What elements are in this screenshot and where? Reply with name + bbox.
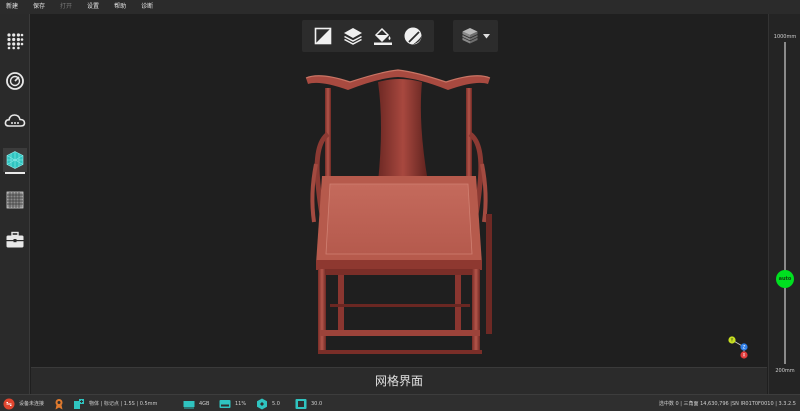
connection-status-text: 设备未连接 bbox=[19, 401, 45, 407]
status-memory: 4GB bbox=[183, 395, 210, 411]
fps-value: 5.0 bbox=[272, 400, 280, 407]
menu-save[interactable]: 保存 bbox=[33, 0, 45, 14]
menu-help[interactable]: 帮助 bbox=[114, 0, 126, 14]
dot-grid-icon bbox=[7, 33, 24, 50]
device-link-icon bbox=[3, 398, 15, 410]
memory-icon bbox=[183, 398, 195, 410]
chevron-down-icon bbox=[483, 33, 490, 38]
sidebar-button-turntable[interactable] bbox=[3, 69, 27, 93]
left-sidebar bbox=[0, 14, 30, 394]
cloud-icon bbox=[4, 114, 26, 127]
status-calibration[interactable] bbox=[53, 395, 69, 411]
depth-slider-track[interactable] bbox=[784, 42, 786, 364]
layers-button[interactable] bbox=[342, 25, 364, 47]
grid-texture-icon bbox=[6, 191, 24, 209]
menu-settings[interactable]: 设置 bbox=[87, 0, 99, 14]
paint-fill-icon bbox=[374, 27, 392, 45]
app-window: 新建 保存 打开 设置 帮助 诊断 Y Z X 1000mm auto 200m… bbox=[0, 0, 800, 411]
menu-bar: 新建 保存 打开 设置 帮助 诊断 bbox=[0, 0, 800, 14]
sidebar-button-scan[interactable] bbox=[3, 29, 27, 53]
scan-mode-text: 物体 | 标记点 | 1.5S | 0.5mm bbox=[89, 401, 158, 407]
slider-min-label: 200mm bbox=[775, 368, 795, 374]
stacked-cube-icon bbox=[462, 28, 478, 44]
memory-value: 4GB bbox=[199, 400, 210, 407]
menu-new[interactable]: 新建 bbox=[6, 0, 18, 14]
award-icon bbox=[53, 398, 65, 410]
sphere-shading-icon bbox=[404, 27, 422, 45]
status-connection[interactable]: 设备未连接 bbox=[3, 395, 44, 411]
scan-mode-icon bbox=[73, 398, 85, 410]
status-scan-mode[interactable]: 物体 | 标记点 | 1.5S | 0.5mm bbox=[73, 395, 157, 411]
slider-max-label: 1000mm bbox=[773, 34, 797, 40]
chair-3d-model[interactable] bbox=[300, 64, 496, 360]
hexagon-fps-icon bbox=[256, 398, 268, 410]
layers-icon bbox=[344, 28, 362, 45]
axis-gizmo: Y Z X bbox=[728, 336, 748, 359]
status-temperature: 30.0 bbox=[295, 395, 322, 411]
flat-shading-icon bbox=[314, 27, 332, 45]
view-caption: 网格界面 bbox=[31, 367, 767, 394]
sidebar-button-mesh[interactable] bbox=[3, 148, 27, 174]
disk-icon bbox=[219, 398, 231, 410]
turntable-icon bbox=[6, 72, 24, 90]
axis-x-label: X bbox=[743, 353, 746, 358]
layer-view-dropdown[interactable] bbox=[453, 20, 498, 52]
mesh-cube-icon bbox=[6, 151, 24, 169]
temperature-value: 30.0 bbox=[311, 400, 323, 407]
mesh-info-text: 选中数 0 | 三角面 14,630,796 |SN IR01T0F0010 |… bbox=[658, 401, 796, 407]
depth-slider-panel: 1000mm auto 200mm bbox=[768, 14, 800, 394]
menu-diagnose[interactable]: 诊断 bbox=[141, 0, 153, 14]
shading-toolbar bbox=[302, 20, 434, 52]
status-fps: 5.0 bbox=[256, 395, 280, 411]
thermometer-icon bbox=[295, 398, 307, 410]
axis-z-label: Z bbox=[743, 345, 746, 350]
sphere-shading-button[interactable] bbox=[402, 25, 424, 47]
status-mesh-info: 选中数 0 | 三角面 14,630,796 |SN IR01T0F0010 |… bbox=[659, 395, 796, 411]
sidebar-button-texture[interactable] bbox=[3, 188, 27, 212]
toolbox-icon bbox=[6, 231, 24, 248]
axis-y-label: Y bbox=[730, 338, 734, 343]
sidebar-button-tools[interactable] bbox=[3, 228, 27, 252]
sidebar-button-cloud[interactable] bbox=[3, 109, 27, 133]
status-disk: 11% bbox=[219, 395, 246, 411]
flat-shading-button[interactable] bbox=[312, 25, 334, 47]
status-bar: 设备未连接 物体 | 标记点 | 1.5S | 0.5mm 4GB 11% 5.… bbox=[0, 394, 800, 411]
menu-open[interactable]: 打开 bbox=[60, 0, 72, 14]
paint-fill-button[interactable] bbox=[372, 25, 394, 47]
depth-slider-knob[interactable]: auto bbox=[776, 270, 794, 288]
disk-usage-value: 11% bbox=[235, 400, 247, 407]
